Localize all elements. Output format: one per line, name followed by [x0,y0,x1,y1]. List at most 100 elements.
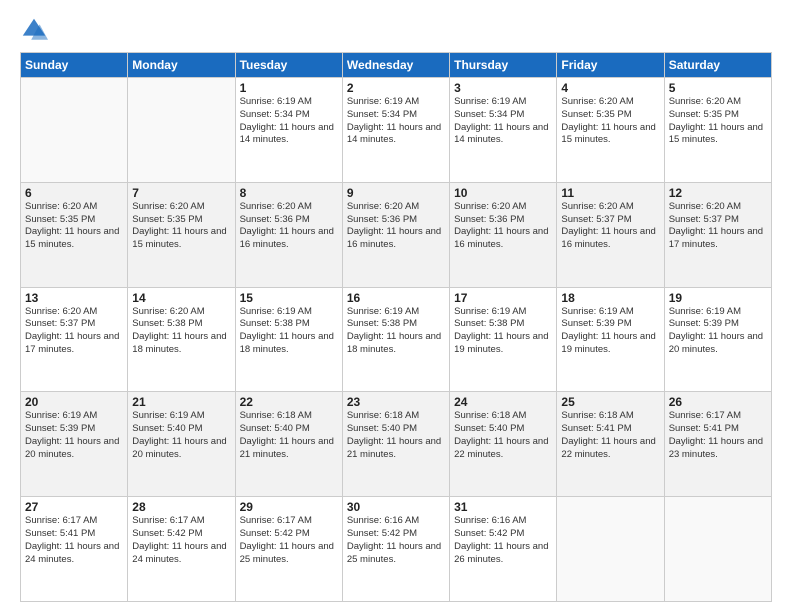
calendar-cell: 27Sunrise: 6:17 AM Sunset: 5:41 PM Dayli… [21,497,128,602]
day-number: 10 [454,186,552,200]
calendar-cell: 20Sunrise: 6:19 AM Sunset: 5:39 PM Dayli… [21,392,128,497]
day-number: 7 [132,186,230,200]
day-number: 4 [561,81,659,95]
calendar-cell: 11Sunrise: 6:20 AM Sunset: 5:37 PM Dayli… [557,182,664,287]
logo-icon [20,16,48,44]
calendar-cell: 18Sunrise: 6:19 AM Sunset: 5:39 PM Dayli… [557,287,664,392]
page: SundayMondayTuesdayWednesdayThursdayFrid… [0,0,792,612]
calendar-week-1: 1Sunrise: 6:19 AM Sunset: 5:34 PM Daylig… [21,78,772,183]
calendar-cell: 9Sunrise: 6:20 AM Sunset: 5:36 PM Daylig… [342,182,449,287]
day-info: Sunrise: 6:17 AM Sunset: 5:42 PM Dayligh… [132,515,230,566]
day-info: Sunrise: 6:19 AM Sunset: 5:38 PM Dayligh… [347,306,445,357]
calendar-cell: 21Sunrise: 6:19 AM Sunset: 5:40 PM Dayli… [128,392,235,497]
day-number: 6 [25,186,123,200]
day-number: 15 [240,291,338,305]
calendar-cell: 7Sunrise: 6:20 AM Sunset: 5:35 PM Daylig… [128,182,235,287]
day-info: Sunrise: 6:20 AM Sunset: 5:37 PM Dayligh… [25,306,123,357]
day-info: Sunrise: 6:19 AM Sunset: 5:39 PM Dayligh… [561,306,659,357]
day-number: 3 [454,81,552,95]
day-number: 11 [561,186,659,200]
calendar-cell: 2Sunrise: 6:19 AM Sunset: 5:34 PM Daylig… [342,78,449,183]
day-number: 1 [240,81,338,95]
calendar-cell: 24Sunrise: 6:18 AM Sunset: 5:40 PM Dayli… [450,392,557,497]
day-number: 31 [454,500,552,514]
day-number: 20 [25,395,123,409]
day-info: Sunrise: 6:20 AM Sunset: 5:35 PM Dayligh… [669,96,767,147]
day-info: Sunrise: 6:18 AM Sunset: 5:40 PM Dayligh… [454,410,552,461]
day-info: Sunrise: 6:19 AM Sunset: 5:34 PM Dayligh… [240,96,338,147]
day-info: Sunrise: 6:17 AM Sunset: 5:41 PM Dayligh… [25,515,123,566]
calendar-week-5: 27Sunrise: 6:17 AM Sunset: 5:41 PM Dayli… [21,497,772,602]
day-info: Sunrise: 6:20 AM Sunset: 5:36 PM Dayligh… [454,201,552,252]
day-number: 17 [454,291,552,305]
calendar-cell [128,78,235,183]
day-info: Sunrise: 6:19 AM Sunset: 5:40 PM Dayligh… [132,410,230,461]
day-info: Sunrise: 6:19 AM Sunset: 5:38 PM Dayligh… [240,306,338,357]
weekday-header-friday: Friday [557,53,664,78]
calendar-week-3: 13Sunrise: 6:20 AM Sunset: 5:37 PM Dayli… [21,287,772,392]
day-info: Sunrise: 6:20 AM Sunset: 5:36 PM Dayligh… [240,201,338,252]
weekday-header-saturday: Saturday [664,53,771,78]
day-info: Sunrise: 6:19 AM Sunset: 5:34 PM Dayligh… [347,96,445,147]
calendar-cell: 30Sunrise: 6:16 AM Sunset: 5:42 PM Dayli… [342,497,449,602]
calendar-cell: 6Sunrise: 6:20 AM Sunset: 5:35 PM Daylig… [21,182,128,287]
day-number: 22 [240,395,338,409]
day-number: 26 [669,395,767,409]
day-info: Sunrise: 6:19 AM Sunset: 5:38 PM Dayligh… [454,306,552,357]
header [20,16,772,44]
day-info: Sunrise: 6:16 AM Sunset: 5:42 PM Dayligh… [347,515,445,566]
calendar-week-2: 6Sunrise: 6:20 AM Sunset: 5:35 PM Daylig… [21,182,772,287]
calendar-cell: 23Sunrise: 6:18 AM Sunset: 5:40 PM Dayli… [342,392,449,497]
calendar-cell: 5Sunrise: 6:20 AM Sunset: 5:35 PM Daylig… [664,78,771,183]
weekday-header-tuesday: Tuesday [235,53,342,78]
day-number: 12 [669,186,767,200]
day-info: Sunrise: 6:20 AM Sunset: 5:35 PM Dayligh… [132,201,230,252]
weekday-header-sunday: Sunday [21,53,128,78]
calendar-cell: 22Sunrise: 6:18 AM Sunset: 5:40 PM Dayli… [235,392,342,497]
calendar-cell: 4Sunrise: 6:20 AM Sunset: 5:35 PM Daylig… [557,78,664,183]
calendar-cell [557,497,664,602]
calendar-table: SundayMondayTuesdayWednesdayThursdayFrid… [20,52,772,602]
day-number: 27 [25,500,123,514]
weekday-header-row: SundayMondayTuesdayWednesdayThursdayFrid… [21,53,772,78]
day-info: Sunrise: 6:20 AM Sunset: 5:35 PM Dayligh… [561,96,659,147]
day-number: 2 [347,81,445,95]
day-number: 21 [132,395,230,409]
day-info: Sunrise: 6:20 AM Sunset: 5:35 PM Dayligh… [25,201,123,252]
calendar-cell [21,78,128,183]
logo [20,16,52,44]
day-number: 8 [240,186,338,200]
day-number: 9 [347,186,445,200]
weekday-header-monday: Monday [128,53,235,78]
day-number: 30 [347,500,445,514]
day-number: 5 [669,81,767,95]
calendar-cell: 16Sunrise: 6:19 AM Sunset: 5:38 PM Dayli… [342,287,449,392]
calendar-cell: 17Sunrise: 6:19 AM Sunset: 5:38 PM Dayli… [450,287,557,392]
day-info: Sunrise: 6:18 AM Sunset: 5:41 PM Dayligh… [561,410,659,461]
day-info: Sunrise: 6:20 AM Sunset: 5:37 PM Dayligh… [669,201,767,252]
day-info: Sunrise: 6:20 AM Sunset: 5:36 PM Dayligh… [347,201,445,252]
day-number: 14 [132,291,230,305]
calendar-cell: 26Sunrise: 6:17 AM Sunset: 5:41 PM Dayli… [664,392,771,497]
day-number: 29 [240,500,338,514]
calendar-cell [664,497,771,602]
weekday-header-thursday: Thursday [450,53,557,78]
calendar-cell: 3Sunrise: 6:19 AM Sunset: 5:34 PM Daylig… [450,78,557,183]
calendar-cell: 29Sunrise: 6:17 AM Sunset: 5:42 PM Dayli… [235,497,342,602]
day-info: Sunrise: 6:18 AM Sunset: 5:40 PM Dayligh… [240,410,338,461]
calendar-cell: 8Sunrise: 6:20 AM Sunset: 5:36 PM Daylig… [235,182,342,287]
day-info: Sunrise: 6:20 AM Sunset: 5:38 PM Dayligh… [132,306,230,357]
calendar-cell: 19Sunrise: 6:19 AM Sunset: 5:39 PM Dayli… [664,287,771,392]
day-info: Sunrise: 6:16 AM Sunset: 5:42 PM Dayligh… [454,515,552,566]
calendar-cell: 28Sunrise: 6:17 AM Sunset: 5:42 PM Dayli… [128,497,235,602]
calendar-week-4: 20Sunrise: 6:19 AM Sunset: 5:39 PM Dayli… [21,392,772,497]
calendar-cell: 14Sunrise: 6:20 AM Sunset: 5:38 PM Dayli… [128,287,235,392]
calendar-cell: 15Sunrise: 6:19 AM Sunset: 5:38 PM Dayli… [235,287,342,392]
calendar-cell: 12Sunrise: 6:20 AM Sunset: 5:37 PM Dayli… [664,182,771,287]
weekday-header-wednesday: Wednesday [342,53,449,78]
day-number: 28 [132,500,230,514]
day-number: 13 [25,291,123,305]
calendar-cell: 31Sunrise: 6:16 AM Sunset: 5:42 PM Dayli… [450,497,557,602]
day-number: 18 [561,291,659,305]
day-info: Sunrise: 6:19 AM Sunset: 5:34 PM Dayligh… [454,96,552,147]
